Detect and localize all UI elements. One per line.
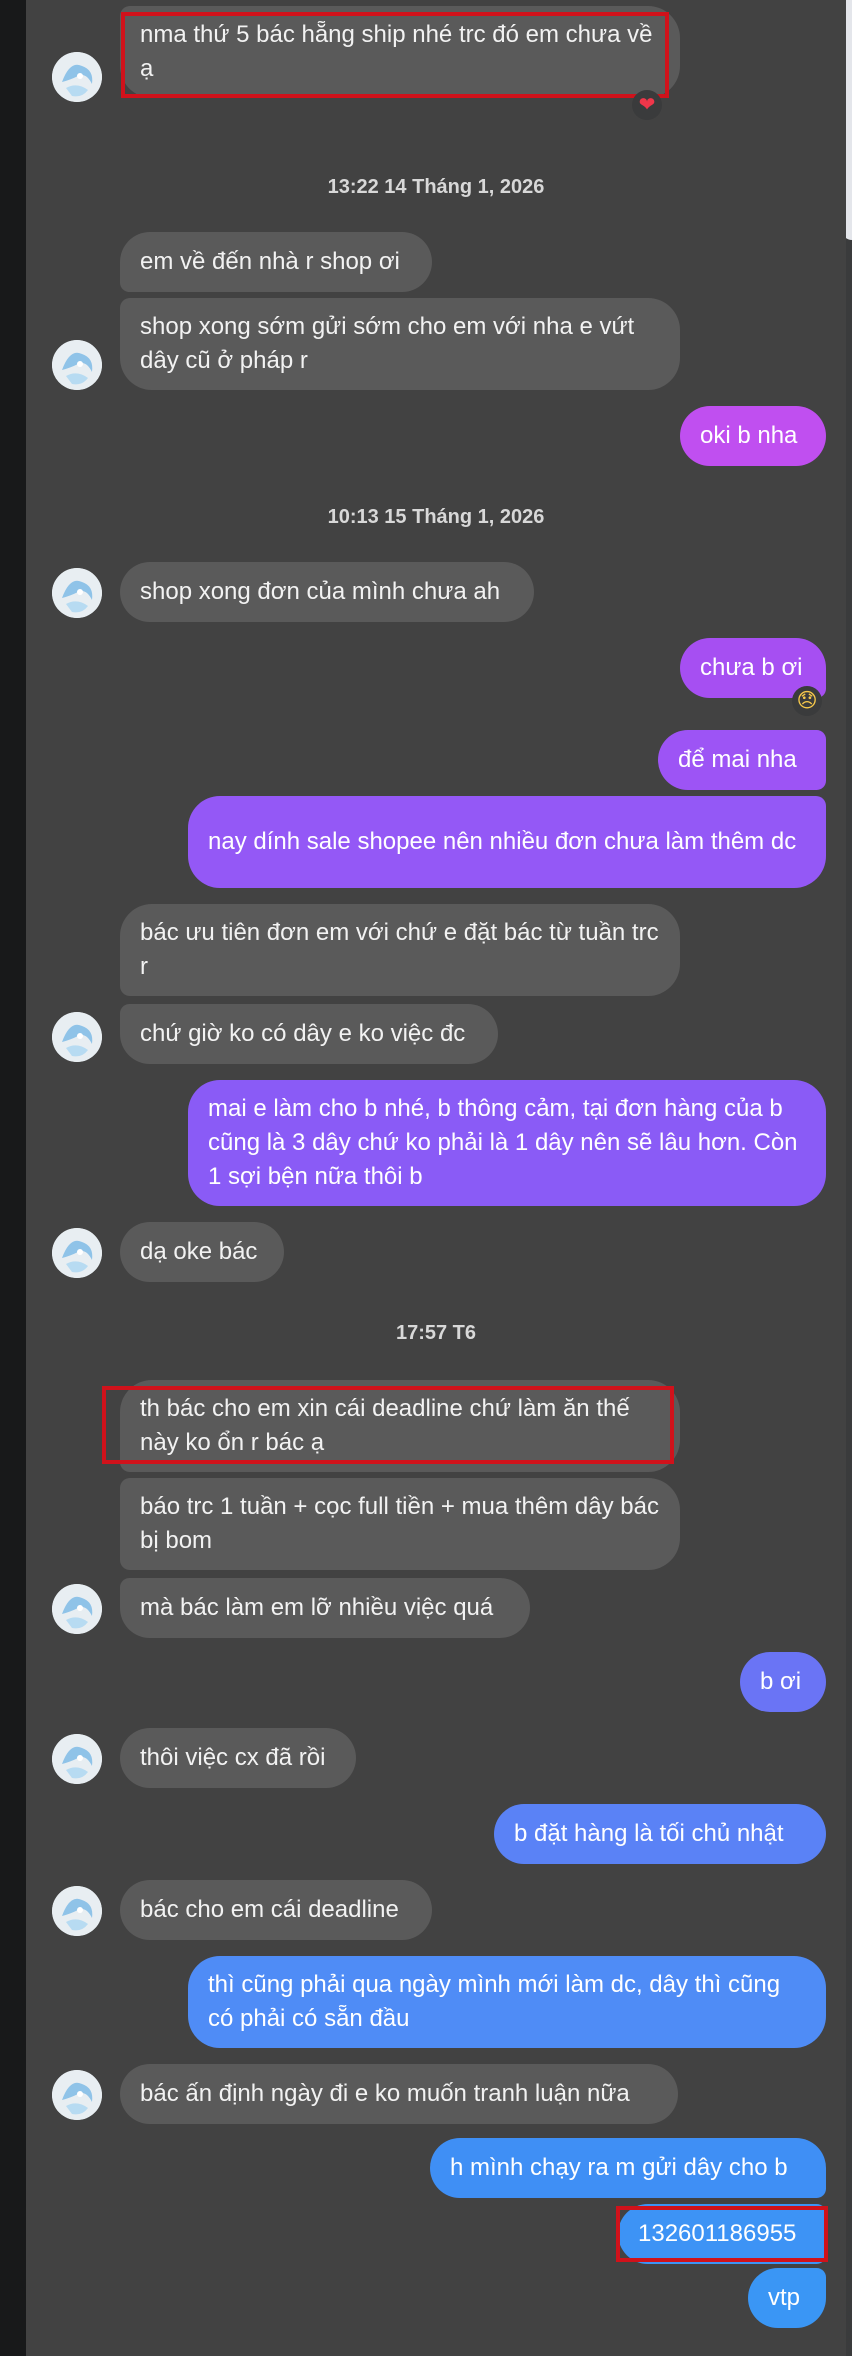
message-incoming[interactable]: thôi việc cx đã rồi [120,1728,356,1788]
message-incoming[interactable]: shop xong sớm gửi sớm cho em với nha e v… [120,298,680,390]
message-outgoing[interactable]: để mai nha [658,730,826,790]
left-sidebar-edge [0,0,26,2356]
message-incoming[interactable]: shop xong đơn của mình chưa ah [120,562,534,622]
message-incoming[interactable]: mà bác làm em lỡ nhiều việc quá [120,1578,530,1638]
contact-avatar[interactable] [52,1734,102,1784]
contact-avatar[interactable] [52,52,102,102]
message-incoming[interactable]: bác ưu tiên đơn em với chứ e đặt bác từ … [120,904,680,996]
message-text: để mai nha [678,746,797,773]
message-incoming[interactable]: th bác cho em xin cái deadline chứ làm ă… [120,1380,680,1472]
contact-avatar[interactable] [52,1012,102,1062]
message-text: b đặt hàng là tối chủ nhật [514,1820,784,1847]
message-text: nay dính sale shopee nên nhiều đơn chưa … [208,828,797,855]
avatar-image [52,52,102,102]
message-incoming[interactable]: chứ giờ ko có dây e ko việc đc [120,1004,498,1064]
message-outgoing[interactable]: mai e làm cho b nhé, b thông cảm, tại đơ… [188,1080,826,1206]
timestamp: 17:57 T6 [395,1322,477,1344]
message-text: b ơi [760,1668,802,1695]
message-text: 132601186955 [638,2220,797,2247]
timestamp: 10:13 15 Tháng 1, 2026 [327,506,545,528]
avatar-image [52,2070,102,2120]
message-outgoing[interactable]: thì cũng phải qua ngày mình mới làm dc, … [188,1956,826,2048]
message-text: oki b nha [700,422,798,449]
message-text: dạ oke bác [140,1238,258,1265]
sad-reaction-icon[interactable]: 😞 [792,686,822,716]
message-outgoing[interactable]: 132601186955 [618,2204,826,2264]
avatar-image [52,568,102,618]
message-outgoing[interactable]: h mình chạy ra m gửi dây cho b [430,2138,826,2198]
message-text: chứ giờ ko có dây e ko việc đc [140,1020,466,1047]
message-outgoing[interactable]: b đặt hàng là tối chủ nhật [494,1804,826,1864]
message-text: em về đến nhà r shop ơi [140,248,400,275]
contact-avatar[interactable] [52,2070,102,2120]
avatar-image [52,1886,102,1936]
message-text: mà bác làm em lỡ nhiều việc quá [140,1594,494,1621]
message-text: thì cũng phải qua ngày mình mới làm dc, … [208,1971,781,2032]
message-text: nma thứ 5 bác hẵng ship nhé trc đó em ch… [140,21,653,82]
message-incoming[interactable]: bác ấn định ngày đi e ko muốn tranh luận… [120,2064,678,2124]
message-text: thôi việc cx đã rồi [140,1744,326,1771]
message-text: báo trc 1 tuần + cọc full tiền + mua thê… [140,1493,659,1554]
contact-avatar[interactable] [52,340,102,390]
message-outgoing[interactable]: oki b nha [680,406,826,466]
message-incoming[interactable]: bác cho em cái deadline [120,1880,432,1940]
message-outgoing[interactable]: vtp [748,2268,826,2328]
message-text: chưa b ơi [700,654,803,681]
contact-avatar[interactable] [52,568,102,618]
timestamp: 13:22 14 Tháng 1, 2026 [327,176,545,198]
message-incoming[interactable]: báo trc 1 tuần + cọc full tiền + mua thê… [120,1478,680,1570]
message-outgoing[interactable]: nay dính sale shopee nên nhiều đơn chưa … [188,796,826,888]
message-text: bác ấn định ngày đi e ko muốn tranh luận… [140,2080,630,2107]
avatar-image [52,1012,102,1062]
avatar-image [52,1228,102,1278]
contact-avatar[interactable] [52,1228,102,1278]
avatar-image [52,1584,102,1634]
message-text: h mình chạy ra m gửi dây cho b [450,2154,788,2181]
right-panel-edge [846,0,852,2356]
message-text: vtp [768,2284,801,2311]
message-text: bác ưu tiên đơn em với chứ e đặt bác từ … [140,919,659,980]
contact-avatar[interactable] [52,1584,102,1634]
message-outgoing[interactable]: b ơi [740,1652,826,1712]
message-incoming[interactable]: nma thứ 5 bác hẵng ship nhé trc đó em ch… [120,6,680,98]
message-text: mai e làm cho b nhé, b thông cảm, tại đơ… [208,1095,798,1190]
contact-avatar[interactable] [52,1886,102,1936]
message-text: shop xong sớm gửi sớm cho em với nha e v… [140,313,635,374]
message-text: shop xong đơn của mình chưa ah [140,578,501,605]
avatar-image [52,1734,102,1784]
message-incoming[interactable]: dạ oke bác [120,1222,284,1282]
message-incoming[interactable]: em về đến nhà r shop ơi [120,232,432,292]
message-text: th bác cho em xin cái deadline chứ làm ă… [140,1395,630,1456]
avatar-image [52,340,102,390]
message-text: bác cho em cái deadline [140,1896,399,1923]
heart-reaction-icon[interactable]: ❤ [632,90,662,120]
